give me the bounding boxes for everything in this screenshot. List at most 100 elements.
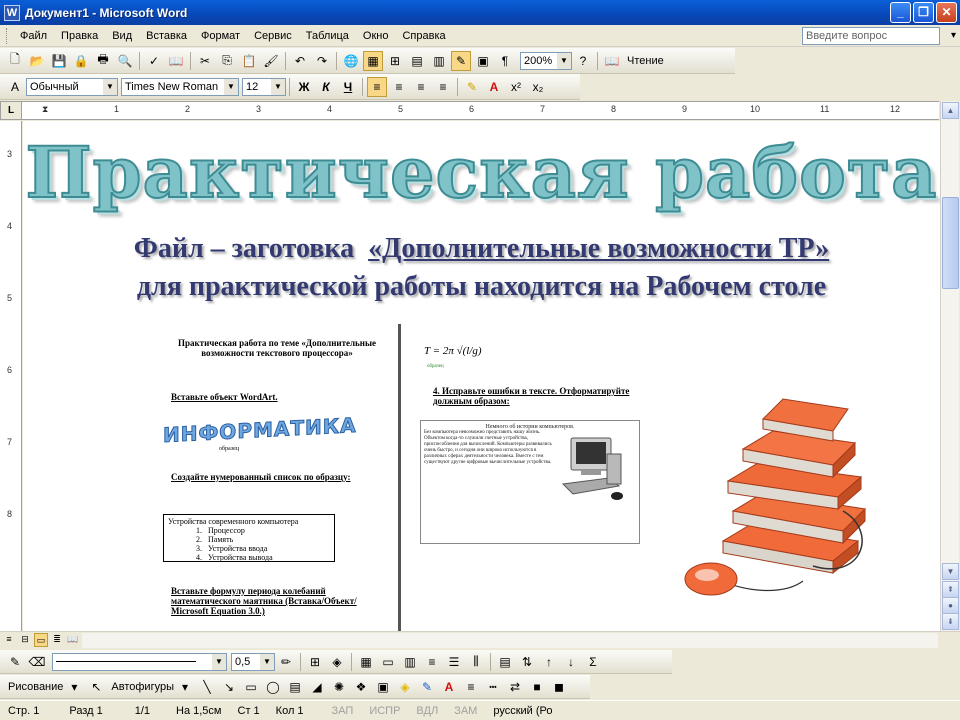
reading-view-icon[interactable]: 📖	[66, 633, 80, 647]
vertical-ruler[interactable]: 3 4 5 6 7 8	[0, 121, 22, 631]
restore-button[interactable]: ❐	[913, 2, 934, 23]
font-select[interactable]: Times New Roman ▼	[121, 77, 239, 96]
chevron-down-icon[interactable]: ▾	[175, 677, 195, 697]
status-overtype[interactable]: ЗАМ	[446, 705, 485, 717]
underline-button[interactable]: Ч	[338, 77, 358, 97]
line-style-icon[interactable]: ≡	[461, 677, 481, 697]
scroll-down-button[interactable]: ▼	[942, 563, 959, 580]
subscript-icon[interactable]: x₂	[528, 77, 548, 97]
oval-icon[interactable]: ◯	[263, 677, 283, 697]
dash-style-icon[interactable]: ┅	[483, 677, 503, 697]
copy-icon[interactable]: ⎘	[217, 51, 237, 71]
status-track-changes[interactable]: ИСПР	[361, 705, 408, 717]
chevron-down-icon[interactable]: ▼	[103, 78, 117, 95]
picture-icon[interactable]: ▣	[373, 677, 393, 697]
menu-table[interactable]: Таблица	[299, 30, 356, 42]
insert-excel-icon[interactable]: ▤	[407, 51, 427, 71]
3d-icon[interactable]: ◼	[549, 677, 569, 697]
previous-page-button[interactable]: ⇞	[942, 581, 959, 598]
drawing-icon[interactable]: ✎	[451, 50, 471, 71]
cut-icon[interactable]: ✂	[195, 51, 215, 71]
browse-object-button[interactable]: ●	[942, 597, 959, 614]
tab-selector[interactable]: L	[0, 101, 22, 120]
rectangle-icon[interactable]: ▭	[241, 677, 261, 697]
menu-window[interactable]: Окно	[356, 30, 396, 42]
align-right-icon[interactable]: ≡	[411, 77, 431, 97]
menu-edit[interactable]: Правка	[54, 30, 105, 42]
horizontal-scrollbar[interactable]	[82, 633, 938, 648]
distribute-rows-icon[interactable]: ☰	[444, 652, 464, 672]
vertical-scrollbar[interactable]: ▲ ▼ ⇞ ● ⇟	[940, 101, 959, 631]
text-direction-icon[interactable]: ⇅	[517, 652, 537, 672]
drawing-menu-button[interactable]: Рисование	[8, 681, 63, 693]
status-record-macro[interactable]: ЗАП	[324, 705, 362, 717]
line-style-select[interactable]: ▼	[52, 652, 227, 671]
columns-icon[interactable]: ▥	[429, 51, 449, 71]
reading-mode-button[interactable]: Чтение	[627, 55, 664, 67]
diagram-icon[interactable]: ✺	[329, 677, 349, 697]
font-color-icon[interactable]: A	[439, 677, 459, 697]
normal-view-icon[interactable]: ≡	[2, 633, 16, 647]
italic-button[interactable]: К	[316, 77, 336, 97]
align-left-icon[interactable]: ≡	[367, 76, 387, 97]
shadow-icon[interactable]: ■	[527, 677, 547, 697]
print-layout-icon[interactable]: ▭	[34, 633, 48, 647]
document-page[interactable]: Практическая работа Файл – заготовка «До…	[23, 121, 940, 631]
scroll-thumb[interactable]	[942, 197, 959, 289]
menu-help[interactable]: Справка	[395, 30, 452, 42]
print-preview-icon[interactable]: 🔍	[115, 51, 135, 71]
web-view-icon[interactable]: ⊟	[18, 633, 32, 647]
autoshapes-menu-button[interactable]: Автофигуры	[111, 681, 174, 693]
ruler-indent-marker[interactable]: ⧗	[42, 104, 48, 115]
show-hide-icon[interactable]: ¶	[495, 51, 515, 71]
help-icon[interactable]: ?	[573, 51, 593, 71]
menu-insert[interactable]: Вставка	[139, 30, 194, 42]
save-icon[interactable]: 💾	[49, 51, 69, 71]
menu-grip[interactable]	[6, 27, 9, 44]
distribute-cols-icon[interactable]: ⫼	[466, 652, 486, 672]
close-button[interactable]: ✕	[936, 2, 957, 23]
text-box-icon[interactable]: ▤	[285, 677, 305, 697]
chevron-down-icon[interactable]: ▼	[557, 52, 571, 69]
spelling-icon[interactable]: ✓	[144, 51, 164, 71]
line-color-icon[interactable]: ✎	[417, 677, 437, 697]
style-select[interactable]: Обычный ▼	[26, 77, 118, 96]
reading-layout-icon[interactable]: 📖	[602, 51, 622, 71]
outline-view-icon[interactable]: ≣	[50, 633, 64, 647]
autoformat-icon[interactable]: ▤	[495, 652, 515, 672]
sort-ascending-icon[interactable]: ↑	[539, 652, 559, 672]
insert-table-icon[interactable]: ▦	[356, 652, 376, 672]
zoom-select[interactable]: 200% ▼	[520, 51, 572, 70]
line-weight-select[interactable]: 0,5 ▼	[231, 652, 275, 671]
highlight-icon[interactable]: ✎	[462, 77, 482, 97]
status-language[interactable]: русский (Ро	[485, 705, 560, 717]
menu-format[interactable]: Формат	[194, 30, 247, 42]
chevron-down-icon[interactable]: ▼	[224, 78, 238, 95]
minimize-button[interactable]: _	[890, 2, 911, 23]
merge-cells-icon[interactable]: ▭	[378, 652, 398, 672]
format-painter-icon[interactable]: 🖌	[261, 51, 281, 71]
menu-view[interactable]: Вид	[105, 30, 139, 42]
shading-icon[interactable]: ◈	[327, 652, 347, 672]
next-page-button[interactable]: ⇟	[942, 613, 959, 630]
borders-icon[interactable]: ⊞	[305, 652, 325, 672]
research-icon[interactable]: 📖	[166, 51, 186, 71]
font-color-icon[interactable]: A	[484, 77, 504, 97]
fill-color-icon[interactable]: ◈	[395, 677, 415, 697]
wordart-icon[interactable]: ◢	[307, 677, 327, 697]
print-icon[interactable]: 🖶	[93, 51, 113, 71]
autosum-icon[interactable]: Σ	[583, 652, 603, 672]
document-map-icon[interactable]: ▣	[473, 51, 493, 71]
align-center-icon[interactable]: ≡	[389, 77, 409, 97]
status-extend[interactable]: ВДЛ	[408, 705, 446, 717]
menu-file[interactable]: Файл	[13, 30, 54, 42]
line-icon[interactable]: ╲	[197, 677, 217, 697]
tables-borders-icon[interactable]: ▦	[363, 50, 383, 71]
bold-button[interactable]: Ж	[294, 77, 314, 97]
paste-icon[interactable]: 📋	[239, 51, 259, 71]
undo-icon[interactable]: ↶	[290, 51, 310, 71]
sort-descending-icon[interactable]: ↓	[561, 652, 581, 672]
redo-icon[interactable]: ↷	[312, 51, 332, 71]
styles-pane-icon[interactable]: A	[5, 77, 25, 97]
horizontal-ruler[interactable]: ⧗ 1 2 3 4 5 6 7 8 9 10 11 12	[22, 101, 939, 120]
